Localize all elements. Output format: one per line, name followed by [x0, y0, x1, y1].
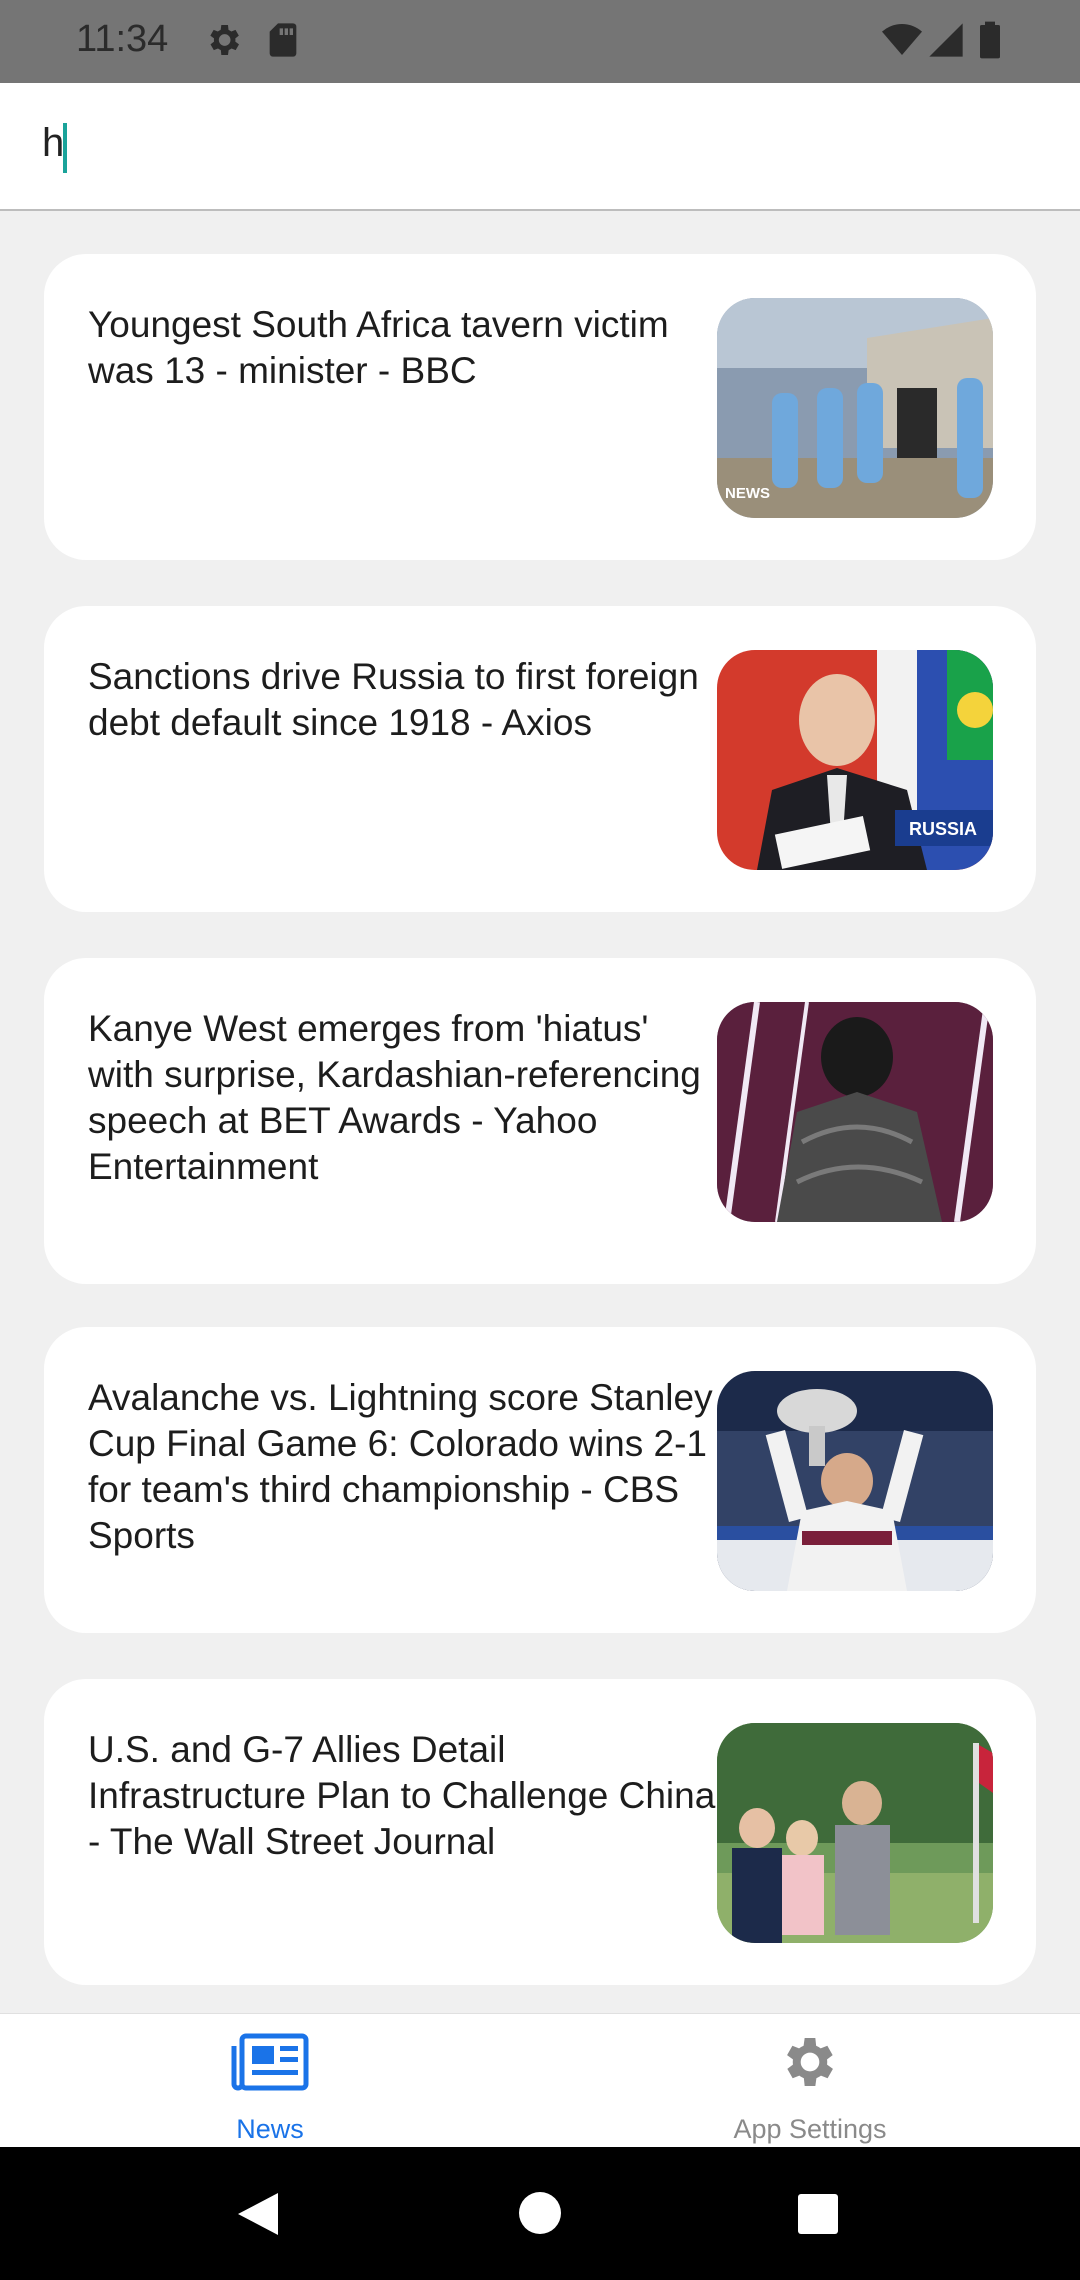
news-card[interactable]: U.S. and G-7 Allies Detail Infrastructur… [44, 1679, 1036, 1985]
news-card-title: Avalanche vs. Lightning score Stanley Cu… [88, 1377, 713, 1556]
status-time: 11:34 [76, 18, 169, 60]
home-icon[interactable] [518, 2191, 562, 2235]
status-bar: 11:34 [0, 0, 1080, 83]
thumb-badge: NEWS [725, 485, 770, 502]
news-thumbnail [717, 1371, 993, 1591]
text-cursor [63, 123, 67, 173]
newspaper-icon [231, 2033, 309, 2091]
news-card-title: Youngest South Africa tavern victim was … [88, 304, 669, 391]
news-card-title: Sanctions drive Russia to first foreign … [88, 656, 699, 743]
cell-signal-icon [929, 23, 963, 57]
search-input[interactable]: h [42, 121, 64, 166]
back-icon[interactable] [236, 2191, 280, 2237]
nav-item-app-settings[interactable]: App Settings [670, 2014, 950, 2148]
gear-icon [787, 2038, 833, 2086]
news-card-title: Kanye West emerges from 'hiatus' with su… [88, 1008, 701, 1187]
nav-item-news[interactable]: News [130, 2014, 410, 2148]
news-card[interactable]: Sanctions drive Russia to first foreign … [44, 606, 1036, 912]
settings-status-icon [210, 25, 239, 55]
news-thumbnail [717, 1002, 993, 1222]
nav-label-app-settings: App Settings [733, 2114, 887, 2144]
wifi-icon [882, 24, 922, 55]
system-navigation-bar [0, 2147, 1080, 2280]
news-thumbnail: NEWS [717, 298, 993, 518]
news-card-title: U.S. and G-7 Allies Detail Infrastructur… [88, 1729, 716, 1862]
sd-card-icon [269, 23, 297, 57]
search-bar[interactable]: h [0, 83, 1080, 211]
news-thumbnail [717, 1723, 993, 1943]
news-card[interactable]: Avalanche vs. Lightning score Stanley Cu… [44, 1327, 1036, 1633]
news-card[interactable]: Kanye West emerges from 'hiatus' with su… [44, 958, 1036, 1284]
recents-icon[interactable] [797, 2193, 839, 2235]
news-thumbnail: RUSSIA [717, 650, 993, 870]
news-card[interactable]: Youngest South Africa tavern victim was … [44, 254, 1036, 560]
battery-icon [980, 21, 1000, 59]
bottom-navigation: News App Settings [0, 2013, 1080, 2148]
news-feed[interactable]: Youngest South Africa tavern victim was … [0, 211, 1080, 2011]
nav-label-news: News [236, 2114, 304, 2144]
thumb-badge: RUSSIA [909, 819, 977, 839]
